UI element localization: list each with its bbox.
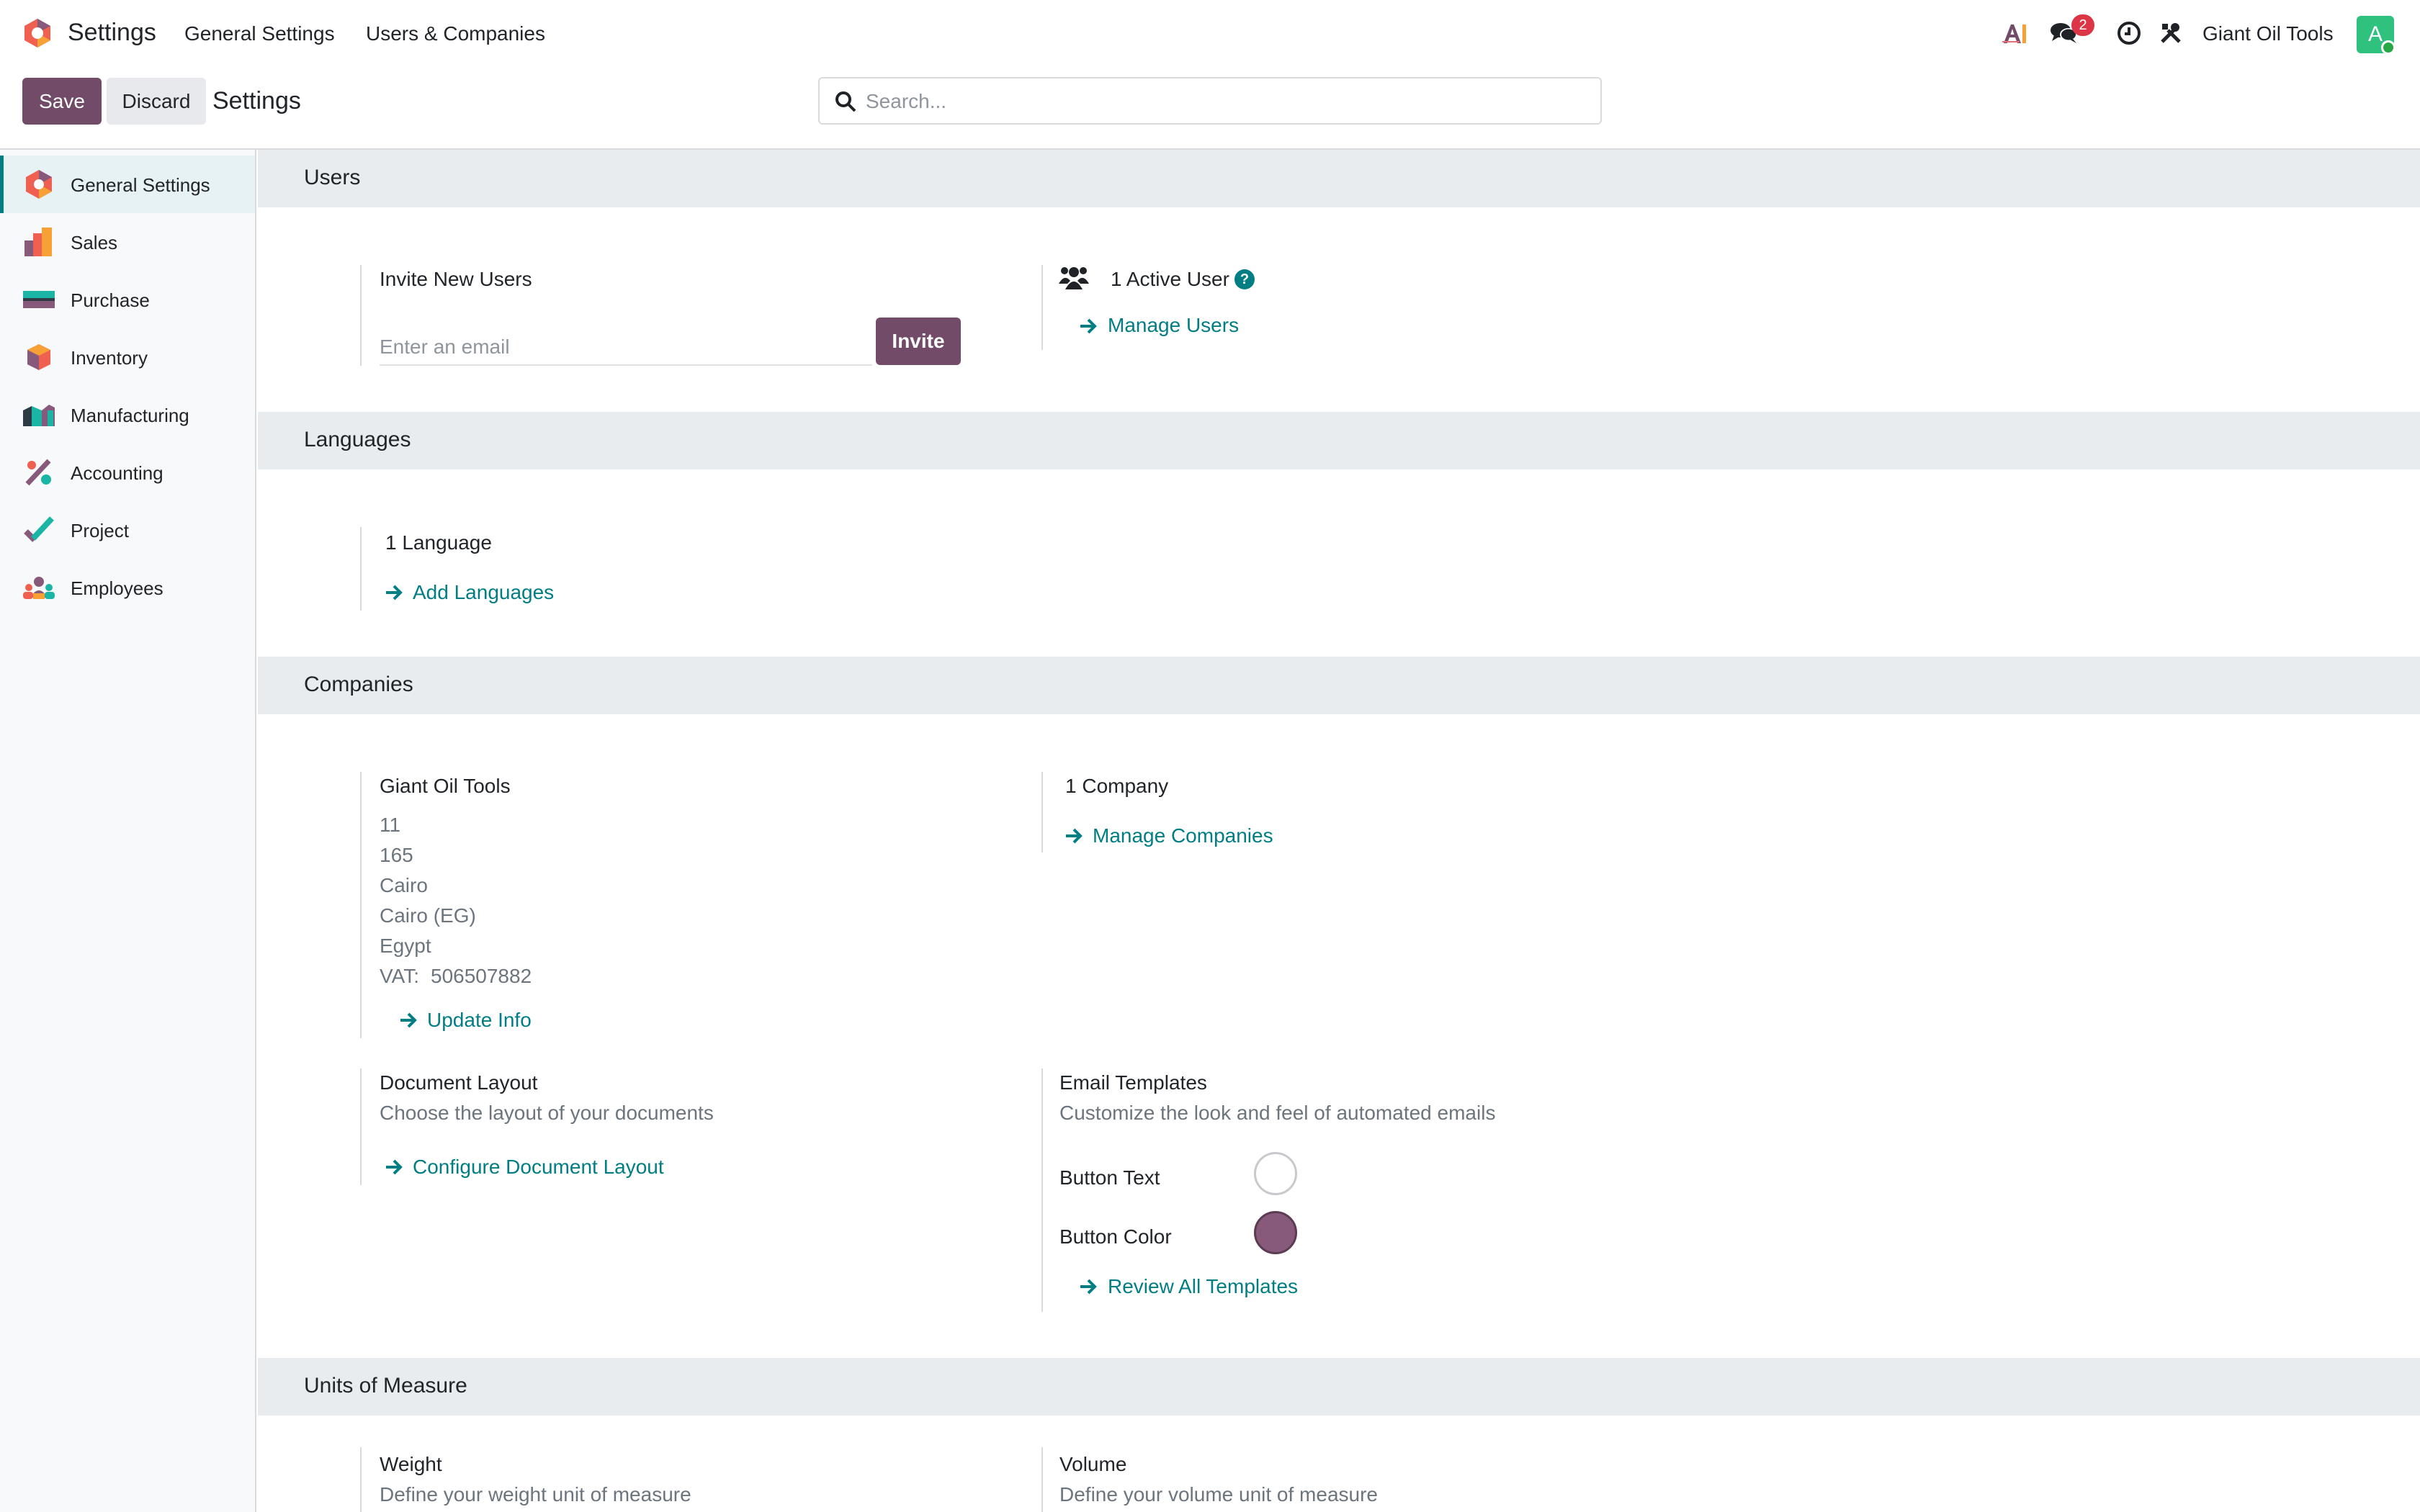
sidebar-item-sales[interactable]: Sales: [0, 213, 255, 271]
app-title[interactable]: Settings: [68, 19, 156, 47]
sidebar-item-project[interactable]: Project: [0, 501, 255, 559]
employees-icon: [23, 577, 55, 599]
arrow-right-icon: [386, 585, 403, 600]
sidebar-item-label: Sales: [71, 232, 118, 253]
sidebar-item-label: Manufacturing: [71, 405, 189, 426]
weight-description: Define your weight unit of measure: [380, 1483, 691, 1506]
weight-title: Weight: [380, 1453, 442, 1475]
email-templates-description: Customize the look and feel of automated…: [1059, 1102, 1496, 1124]
top-navbar: Settings General Settings Users & Compan…: [0, 0, 2420, 66]
document-layout-title: Document Layout: [380, 1071, 538, 1094]
divider: [1041, 1068, 1043, 1312]
configure-document-layout-link[interactable]: Configure Document Layout: [413, 1156, 664, 1179]
inventory-icon: [27, 344, 50, 370]
invite-users-title: Invite New Users: [380, 268, 532, 290]
uom-section-header: Units of Measure: [258, 1358, 2420, 1416]
languages-section-header: Languages: [258, 412, 2420, 469]
sidebar-item-label: Employees: [71, 577, 163, 599]
divider: [360, 1447, 362, 1512]
online-status-dot: [2381, 40, 2396, 55]
divider: [360, 527, 362, 611]
menu-general-settings[interactable]: General Settings: [184, 22, 335, 45]
arrow-right-icon: [1080, 1279, 1097, 1295]
button-text-color-picker[interactable]: [1254, 1152, 1297, 1195]
address-line: 165: [380, 844, 413, 866]
search-box[interactable]: [818, 77, 1602, 125]
accounting-icon: [25, 459, 51, 486]
invite-email-input[interactable]: [380, 330, 872, 366]
divider: [1041, 1447, 1043, 1512]
section-title: Users: [304, 166, 361, 189]
users-group-icon: [1059, 267, 1089, 289]
update-info-link[interactable]: Update Info: [427, 1009, 532, 1032]
debug-tools-icon[interactable]: [2155, 17, 2187, 49]
sales-icon: [24, 228, 52, 256]
arrow-right-icon: [386, 1159, 403, 1175]
sidebar-item-employees[interactable]: Employees: [0, 559, 255, 616]
vat-value: 506507882: [431, 965, 532, 987]
discard-button[interactable]: Discard: [107, 78, 206, 125]
sidebar-item-label: Project: [71, 520, 129, 541]
company-count: 1 Company: [1065, 775, 1169, 797]
address-line: Cairo (EG): [380, 904, 476, 927]
sidebar-item-label: Purchase: [71, 289, 150, 311]
companies-section-header: Companies: [258, 657, 2420, 714]
invite-button[interactable]: Invite: [876, 318, 961, 365]
search-input[interactable]: [866, 86, 1586, 117]
activity-clock-icon[interactable]: [2113, 17, 2145, 49]
help-icon[interactable]: ?: [1234, 269, 1255, 289]
menu-users-companies[interactable]: Users & Companies: [366, 22, 545, 45]
page-title: Settings: [212, 87, 301, 114]
button-color-label: Button Color: [1059, 1225, 1172, 1248]
manage-users-link[interactable]: Manage Users: [1108, 314, 1239, 337]
message-count-badge: 2: [2071, 14, 2094, 36]
manage-companies-link[interactable]: Manage Companies: [1093, 824, 1273, 847]
company-name: Giant Oil Tools: [380, 775, 511, 797]
purchase-icon: [23, 291, 55, 308]
search-icon: [835, 91, 856, 112]
save-button[interactable]: Save: [22, 78, 102, 125]
button-color-picker[interactable]: [1254, 1211, 1297, 1254]
address-line: 11: [380, 814, 401, 836]
section-title: Languages: [304, 428, 411, 451]
divider: [1041, 772, 1043, 852]
active-users-count: 1 Active User: [1111, 268, 1229, 290]
divider: [360, 265, 362, 366]
button-text-label: Button Text: [1059, 1166, 1160, 1189]
document-layout-description: Choose the layout of your documents: [380, 1102, 714, 1124]
volume-title: Volume: [1059, 1453, 1127, 1475]
settings-app-icon[interactable]: [22, 17, 53, 49]
sidebar-item-purchase[interactable]: Purchase: [0, 271, 255, 328]
manufacturing-icon: [23, 405, 55, 426]
project-icon: [24, 516, 54, 542]
section-title: Units of Measure: [304, 1374, 467, 1398]
vat-label: VAT:: [380, 965, 419, 987]
sidebar-item-general-settings[interactable]: General Settings: [0, 156, 255, 213]
sidebar-item-accounting[interactable]: Accounting: [0, 444, 255, 501]
arrow-right-icon: [1066, 828, 1083, 844]
sidebar-item-manufacturing[interactable]: Manufacturing: [0, 386, 255, 444]
arrow-right-icon: [400, 1012, 417, 1028]
settings-icon: [26, 170, 52, 199]
add-languages-link[interactable]: Add Languages: [413, 581, 554, 604]
language-count: 1 Language: [385, 531, 492, 554]
review-all-templates-link[interactable]: Review All Templates: [1108, 1275, 1298, 1298]
sidebar-item-inventory[interactable]: Inventory: [0, 328, 255, 386]
divider: [1041, 265, 1043, 350]
divider: [360, 772, 362, 1038]
volume-description: Define your volume unit of measure: [1059, 1483, 1378, 1506]
email-templates-title: Email Templates: [1059, 1071, 1207, 1094]
section-title: Companies: [304, 672, 413, 696]
users-section-header: Users: [258, 150, 2420, 207]
address-line: Egypt: [380, 935, 431, 957]
sidebar-item-label: Inventory: [71, 347, 148, 369]
divider: [360, 1068, 362, 1185]
address-line: Cairo: [380, 874, 428, 896]
ai-icon[interactable]: [1999, 17, 2031, 49]
company-switcher[interactable]: Giant Oil Tools: [2202, 22, 2334, 45]
sidebar-item-label: Accounting: [71, 462, 163, 484]
arrow-right-icon: [1080, 318, 1097, 334]
settings-sidebar: General Settings Sales Purchase Inventor…: [0, 148, 256, 1512]
sidebar-item-label: General Settings: [71, 174, 210, 196]
